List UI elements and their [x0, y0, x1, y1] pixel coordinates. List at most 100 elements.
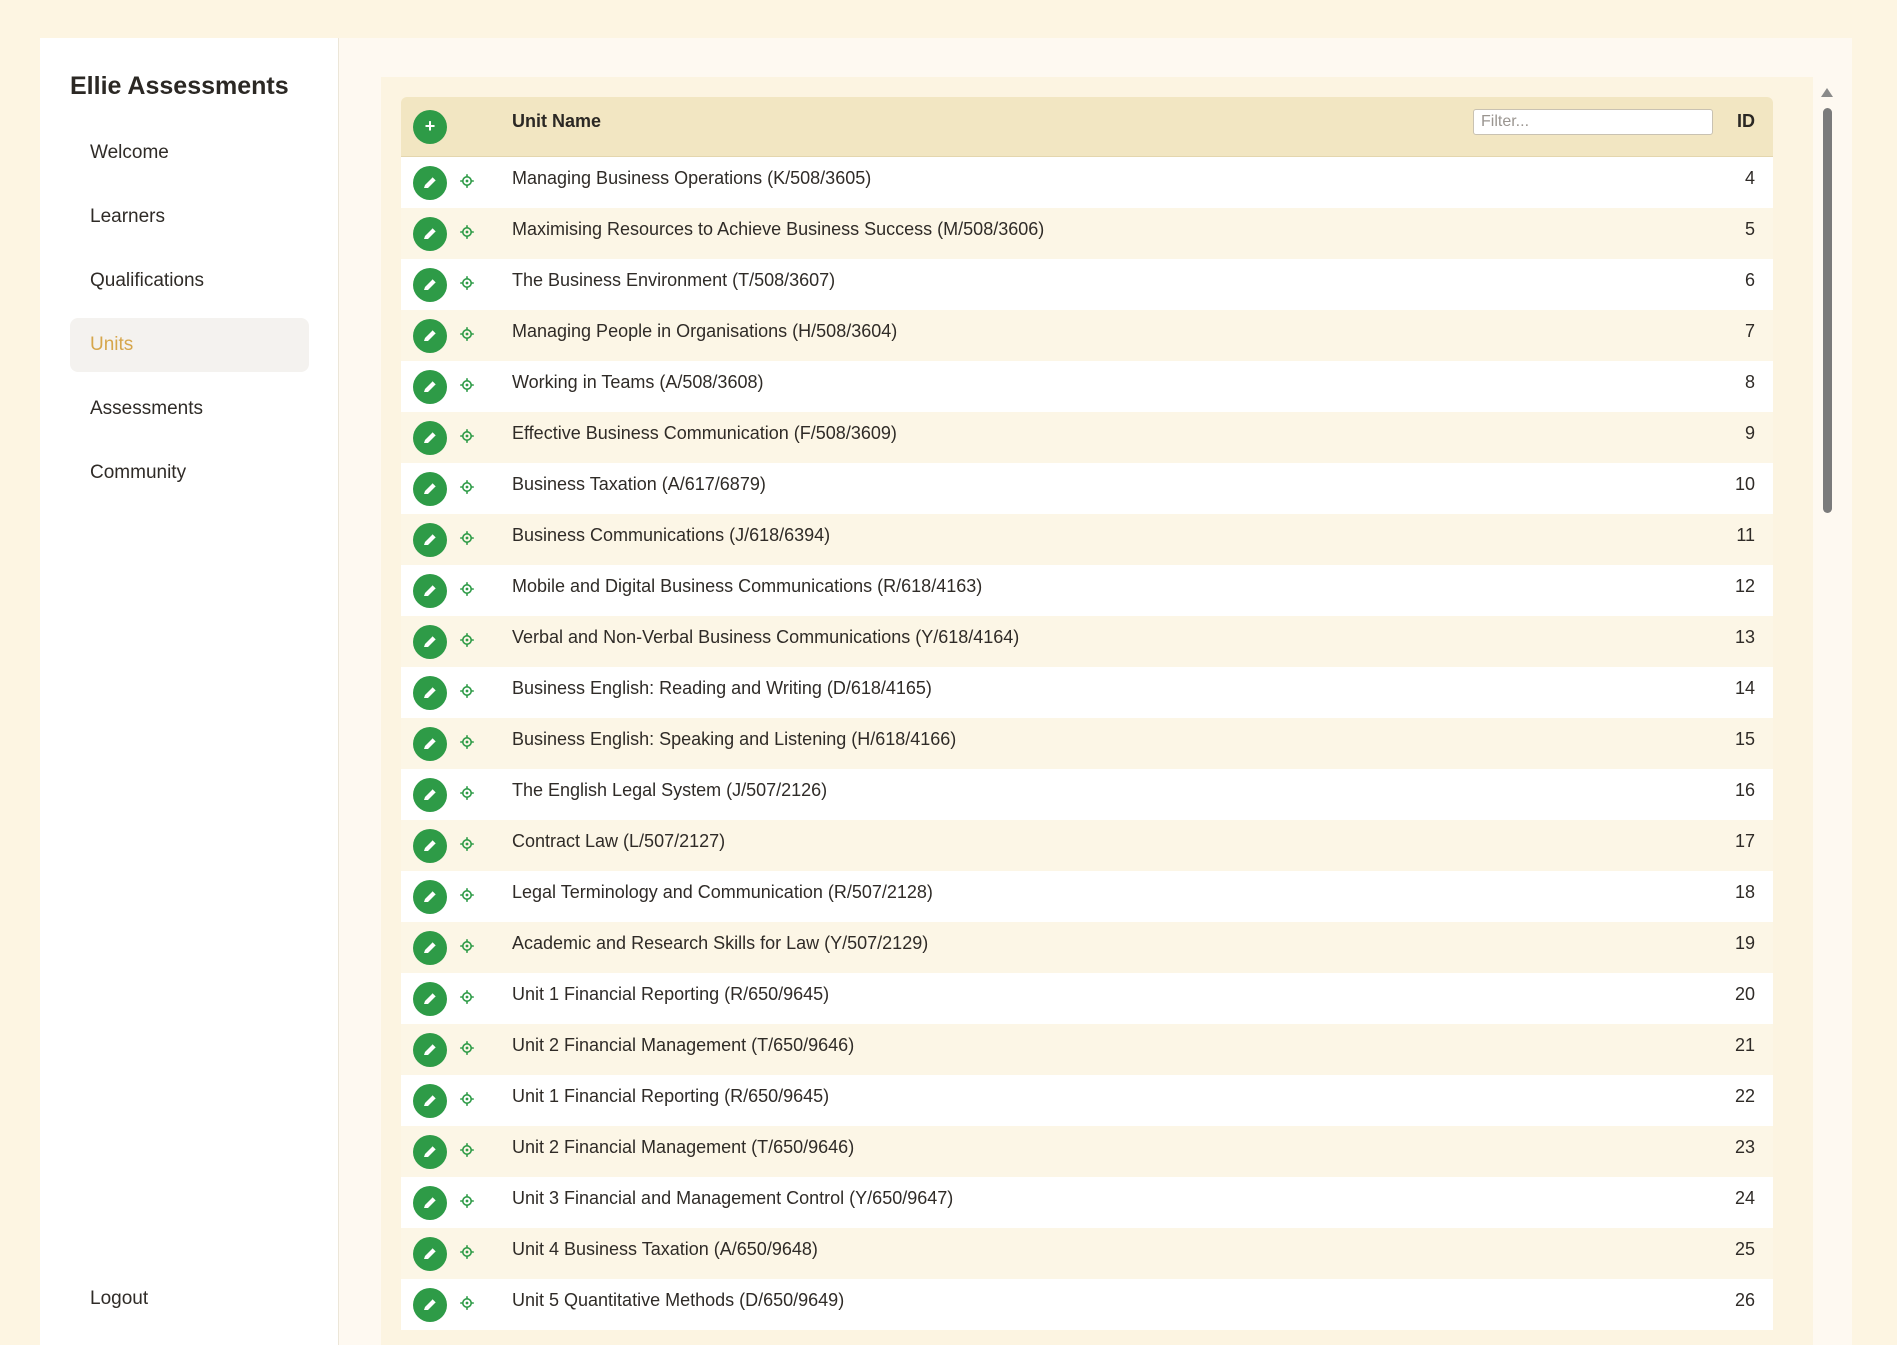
- table-row[interactable]: Working in Teams (A/508/3608) 8: [401, 361, 1773, 412]
- unit-name-cell: Managing Business Operations (K/508/3605…: [512, 168, 872, 188]
- add-unit-button[interactable]: +: [413, 110, 447, 144]
- table-row[interactable]: Unit 4 Business Taxation (A/650/9648) 25: [401, 1228, 1773, 1279]
- gear-icon[interactable]: [460, 174, 474, 188]
- scroll-thumb[interactable]: [1823, 108, 1832, 513]
- gear-icon[interactable]: [460, 531, 474, 545]
- gear-icon[interactable]: [460, 582, 474, 596]
- gear-icon[interactable]: [460, 1092, 474, 1106]
- unit-name-cell: Maximising Resources to Achieve Business…: [512, 219, 1045, 239]
- edit-unit-button[interactable]: [413, 676, 447, 710]
- gear-icon[interactable]: [460, 327, 474, 341]
- edit-unit-button[interactable]: [413, 319, 447, 353]
- table-row[interactable]: Legal Terminology and Communication (R/5…: [401, 871, 1773, 922]
- table-row[interactable]: Unit 3 Financial and Management Control …: [401, 1177, 1773, 1228]
- gear-icon[interactable]: [460, 633, 474, 647]
- unit-id-cell: 25: [1734, 1239, 1755, 1259]
- nav-item-assessments[interactable]: Assessments: [70, 382, 309, 436]
- gear-icon[interactable]: [460, 786, 474, 800]
- table-row[interactable]: Maximising Resources to Achieve Business…: [401, 208, 1773, 259]
- unit-id-cell: 20: [1734, 984, 1755, 1004]
- logout-link[interactable]: Logout: [90, 1288, 148, 1310]
- edit-unit-button[interactable]: [413, 574, 447, 608]
- gear-icon[interactable]: [460, 1296, 474, 1310]
- gear-icon[interactable]: [460, 429, 474, 443]
- table-row[interactable]: Contract Law (L/507/2127) 17: [401, 820, 1773, 871]
- column-header-unit-name[interactable]: Unit Name: [512, 111, 601, 132]
- edit-unit-button[interactable]: [413, 880, 447, 914]
- edit-unit-button[interactable]: [413, 1033, 447, 1067]
- column-header-id[interactable]: ID: [1737, 111, 1755, 132]
- unit-name-cell: Managing People in Organisations (H/508/…: [512, 321, 898, 341]
- table-row[interactable]: Verbal and Non-Verbal Business Communica…: [401, 616, 1773, 667]
- gear-icon[interactable]: [460, 1194, 474, 1208]
- edit-unit-button[interactable]: [413, 268, 447, 302]
- table-header: + Unit Name ID: [401, 97, 1773, 157]
- gear-icon[interactable]: [460, 225, 474, 239]
- gear-icon[interactable]: [460, 684, 474, 698]
- edit-unit-button[interactable]: [413, 625, 447, 659]
- table-row[interactable]: Academic and Research Skills for Law (Y/…: [401, 922, 1773, 973]
- edit-unit-button[interactable]: [413, 931, 447, 965]
- table-row[interactable]: Unit 2 Financial Management (T/650/9646)…: [401, 1126, 1773, 1177]
- table-row[interactable]: The English Legal System (J/507/2126) 16: [401, 769, 1773, 820]
- table-row[interactable]: Mobile and Digital Business Communicatio…: [401, 565, 1773, 616]
- gear-icon[interactable]: [460, 939, 474, 953]
- unit-id-cell: 17: [1734, 831, 1755, 851]
- table-row[interactable]: Unit 1 Financial Reporting (R/650/9645) 2…: [401, 973, 1773, 1024]
- table-row[interactable]: Business English: Reading and Writing (D…: [401, 667, 1773, 718]
- table-row[interactable]: Managing Business Operations (K/508/3605…: [401, 157, 1773, 208]
- gear-icon[interactable]: [460, 990, 474, 1004]
- table-row[interactable]: Managing People in Organisations (H/508/…: [401, 310, 1773, 361]
- filter-input[interactable]: [1473, 109, 1713, 135]
- edit-unit-button[interactable]: [413, 523, 447, 557]
- table-row[interactable]: Effective Business Communication (F/508/…: [401, 412, 1773, 463]
- table-row[interactable]: Business Communications (J/618/6394) 11: [401, 514, 1773, 565]
- edit-unit-button[interactable]: [413, 370, 447, 404]
- unit-id-cell: 22: [1734, 1086, 1755, 1106]
- table-row[interactable]: Unit 2 Financial Management (T/650/9646)…: [401, 1024, 1773, 1075]
- unit-id-cell: 12: [1734, 576, 1755, 596]
- edit-unit-button[interactable]: [413, 1135, 447, 1169]
- edit-unit-button[interactable]: [413, 1186, 447, 1220]
- edit-unit-button[interactable]: [413, 1084, 447, 1118]
- edit-unit-button[interactable]: [413, 166, 447, 200]
- nav-item-welcome[interactable]: Welcome: [70, 126, 309, 180]
- edit-unit-button[interactable]: [413, 1237, 447, 1271]
- table-row[interactable]: Business English: Speaking and Listening…: [401, 718, 1773, 769]
- nav-item-units[interactable]: Units: [70, 318, 309, 372]
- table-body: Managing Business Operations (K/508/3605…: [401, 157, 1773, 1330]
- unit-id-cell: 7: [1744, 321, 1755, 341]
- edit-unit-button[interactable]: [413, 982, 447, 1016]
- unit-id-cell: 11: [1736, 525, 1755, 545]
- edit-unit-button[interactable]: [413, 1288, 447, 1322]
- unit-name-cell: Mobile and Digital Business Communicatio…: [512, 576, 983, 596]
- gear-icon[interactable]: [460, 837, 474, 851]
- gear-icon[interactable]: [460, 1041, 474, 1055]
- main-content: + Unit Name ID Managing Business Operati…: [339, 38, 1852, 1345]
- table-row[interactable]: Unit 5 Quantitative Methods (D/650/9649)…: [401, 1279, 1773, 1330]
- table-row[interactable]: The Business Environment (T/508/3607) 6: [401, 259, 1773, 310]
- table-row[interactable]: Unit 1 Financial Reporting (R/650/9645) 2…: [401, 1075, 1773, 1126]
- unit-name-cell: Effective Business Communication (F/508/…: [512, 423, 897, 443]
- edit-unit-button[interactable]: [413, 727, 447, 761]
- table-row[interactable]: Business Taxation (A/617/6879) 10: [401, 463, 1773, 514]
- gear-icon[interactable]: [460, 888, 474, 902]
- nav-item-learners[interactable]: Learners: [70, 190, 309, 244]
- chevron-up-icon[interactable]: [1821, 88, 1833, 97]
- scrollbar[interactable]: [1820, 88, 1834, 1338]
- unit-id-cell: 9: [1744, 423, 1755, 443]
- edit-unit-button[interactable]: [413, 778, 447, 812]
- gear-icon[interactable]: [460, 276, 474, 290]
- gear-icon[interactable]: [460, 378, 474, 392]
- gear-icon[interactable]: [460, 1245, 474, 1259]
- gear-icon[interactable]: [460, 480, 474, 494]
- gear-icon[interactable]: [460, 735, 474, 749]
- edit-unit-button[interactable]: [413, 421, 447, 455]
- nav-item-qualifications[interactable]: Qualifications: [70, 254, 309, 308]
- gear-icon[interactable]: [460, 1143, 474, 1157]
- edit-unit-button[interactable]: [413, 472, 447, 506]
- edit-unit-button[interactable]: [413, 829, 447, 863]
- edit-unit-button[interactable]: [413, 217, 447, 251]
- nav-item-community[interactable]: Community: [70, 446, 309, 500]
- sidebar-nav: Welcome Learners Qualifications Units As…: [70, 126, 309, 510]
